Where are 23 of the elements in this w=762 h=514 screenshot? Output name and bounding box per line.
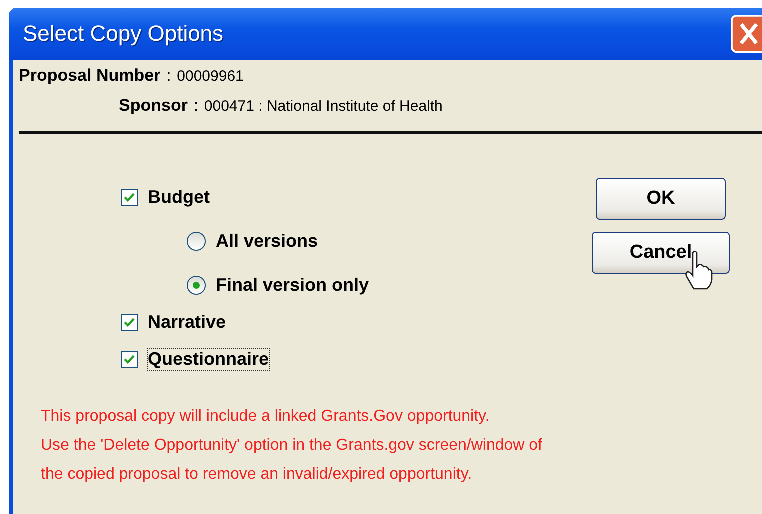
warning-text: the copied proposal to remove an invalid/expired opportunity.: [41, 465, 474, 485]
close-icon[interactable]: [730, 15, 762, 53]
option-label[interactable]: All versions: [215, 230, 320, 252]
window-title: Select Copy Options: [23, 21, 224, 47]
label-separator: :: [166, 68, 172, 86]
radio-button[interactable]: [187, 276, 206, 294]
checkbox[interactable]: [121, 351, 138, 368]
field-value: 000471 : National Institute of Health: [204, 98, 443, 115]
warning-text: This proposal copy will include a linked Grants.Gov opportunity.: [41, 407, 491, 427]
option-label[interactable]: Narrative: [147, 311, 228, 334]
option-label[interactable]: Budget: [147, 186, 211, 209]
radio-button[interactable]: [187, 232, 206, 250]
field-value: 00009961: [177, 68, 244, 85]
checkbox[interactable]: [121, 314, 138, 331]
field-label: Sponsor: [119, 96, 188, 116]
cancel-button[interactable]: Cancel: [592, 232, 730, 274]
option-label[interactable]: Questionnaire: [147, 348, 270, 371]
ok-button[interactable]: OK: [596, 178, 726, 220]
warning-text: Use the 'Delete Opportunity' option in the Grants.gov screen/window of: [41, 436, 544, 456]
option-label[interactable]: Final version only: [215, 274, 370, 296]
label-separator: :: [194, 98, 198, 116]
checkbox[interactable]: [121, 189, 138, 206]
field-label: Proposal Number: [19, 66, 161, 86]
